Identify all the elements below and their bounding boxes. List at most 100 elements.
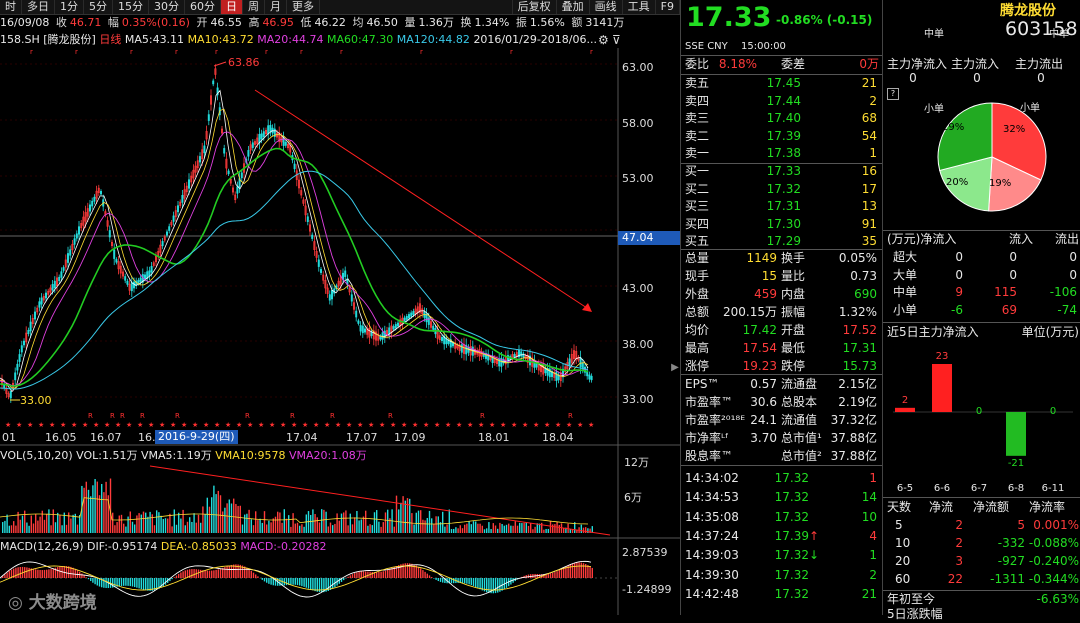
volume-bar <box>55 522 56 533</box>
candle-body <box>589 375 590 379</box>
toolbar-item[interactable]: F9 <box>656 0 680 14</box>
candle-body <box>100 191 101 194</box>
macd-bar <box>218 569 219 578</box>
settings-gear-icon[interactable]: ⚙ <box>598 33 609 47</box>
stock-name-label: [腾龙股份] <box>43 33 96 46</box>
macd-bar <box>592 568 593 578</box>
bid-price: 17.32 <box>741 181 801 198</box>
diff-label: 委差 <box>781 56 811 73</box>
volume-bar <box>530 523 531 533</box>
collapse-panel-handle[interactable]: ▶ <box>670 356 680 380</box>
fundamental-value: 37.32亿 <box>821 412 877 429</box>
candle-body <box>188 180 189 189</box>
toolbar-item[interactable]: 15分 <box>113 0 149 14</box>
toolbar-item[interactable]: 月 <box>265 0 287 14</box>
volume-bar <box>297 523 298 533</box>
volume-bar <box>543 530 544 533</box>
toolbar-item[interactable]: 周 <box>243 0 265 14</box>
macd-indicator-label: MACD(12,26,9) DIF:-0.95174 <box>0 540 157 553</box>
candle-body <box>270 125 271 131</box>
volume-bar <box>517 526 518 533</box>
svg-text:★: ★ <box>258 421 264 429</box>
macd-bar <box>213 570 214 578</box>
toolbar-item[interactable]: 工具 <box>623 0 656 14</box>
macd-bar <box>383 571 384 578</box>
candle-body <box>397 323 398 326</box>
fundamental-label: 市净率ᴸᶠ <box>685 430 745 447</box>
volume-bar <box>182 510 183 533</box>
macd-bar <box>292 578 293 585</box>
trade-time: 14:39:30 <box>685 567 745 584</box>
vma5-label: VMA5:1.19万 <box>141 449 212 462</box>
summary-flow: 22 <box>923 571 963 588</box>
toolbar-item[interactable]: 60分 <box>185 0 221 14</box>
toolbar-item[interactable]: 5分 <box>84 0 113 14</box>
volume-bar <box>103 492 104 533</box>
volume-bar <box>299 526 300 533</box>
toolbar-item[interactable]: 时 <box>0 0 22 14</box>
macd-bar <box>466 578 467 584</box>
toolbar-item[interactable]: 后复权 <box>513 0 557 14</box>
toolbar-item <box>320 0 513 14</box>
stat-value: 19.23 <box>715 358 777 375</box>
summary-rate: -0.240% <box>1025 553 1079 570</box>
macd-bar <box>119 578 120 586</box>
volume-bar <box>279 512 280 533</box>
svg-text:★: ★ <box>533 421 539 429</box>
macd-bar <box>488 578 489 593</box>
macd-bar <box>59 567 60 578</box>
bid-level-label: 买二 <box>685 181 715 198</box>
volume-axis-top: 12万 <box>624 454 649 470</box>
candle-body <box>30 322 31 331</box>
volume-bar <box>501 524 502 533</box>
toolbar-item[interactable]: 30分 <box>149 0 185 14</box>
summary-days: 5 <box>895 517 919 534</box>
volume-bar <box>490 529 491 533</box>
macd-bar <box>224 567 225 578</box>
volume-bar <box>31 516 32 533</box>
x-axis-label: 17.04 <box>286 431 318 444</box>
summary-rate: -0.088% <box>1025 535 1079 552</box>
toolbar-item[interactable]: 画线 <box>590 0 623 14</box>
svg-text:★: ★ <box>16 421 22 429</box>
bid-volume: 13 <box>821 198 877 215</box>
macd-bar <box>308 578 309 589</box>
volume-bar <box>288 515 289 533</box>
diff-value: 0万 <box>841 56 879 73</box>
volume-bar <box>581 525 582 533</box>
volume-bar <box>413 525 414 533</box>
candle-body <box>360 325 361 331</box>
toolbar-item[interactable]: 多日 <box>22 0 55 14</box>
volume-bar <box>295 524 296 533</box>
volume-bar <box>105 482 106 533</box>
volume-bar <box>418 511 419 533</box>
candle-body <box>169 227 170 231</box>
volume-bar <box>145 513 146 533</box>
volume-bar <box>471 524 472 533</box>
volume-bar <box>141 515 142 533</box>
macd-bar <box>178 574 179 578</box>
toolbar-item[interactable]: 更多 <box>287 0 320 14</box>
volume-bar <box>449 509 450 533</box>
volume-bar <box>35 514 36 533</box>
help-icon[interactable]: ? <box>887 88 899 100</box>
volume-bar <box>244 515 245 533</box>
kline-chart[interactable]: ★★★★★★★★★★★★★★★★★★★★★★★★★★★★★★★★★★★★★★★★… <box>0 48 680 615</box>
toolbar-item[interactable]: 叠加 <box>557 0 590 14</box>
five-day-title: 近5日主力净流入 <box>887 324 997 341</box>
toolbar-item[interactable]: 日 <box>221 0 243 14</box>
candle-body <box>404 318 405 321</box>
more-chevron-icon[interactable]: ⊽ <box>612 33 621 47</box>
toolbar-item[interactable]: 1分 <box>55 0 84 14</box>
volume-bar <box>226 503 227 533</box>
fundamental-label: 流通盘 <box>781 376 825 393</box>
volume-bar <box>6 515 7 533</box>
macd-bar <box>66 566 67 578</box>
stat-label: 总量 <box>685 250 715 267</box>
macd-bar <box>501 578 502 591</box>
macd-bar <box>418 567 419 578</box>
volume-bar <box>92 485 93 533</box>
volume-bar <box>77 525 78 533</box>
volume-bar <box>396 496 397 533</box>
volume-bar <box>424 520 425 533</box>
